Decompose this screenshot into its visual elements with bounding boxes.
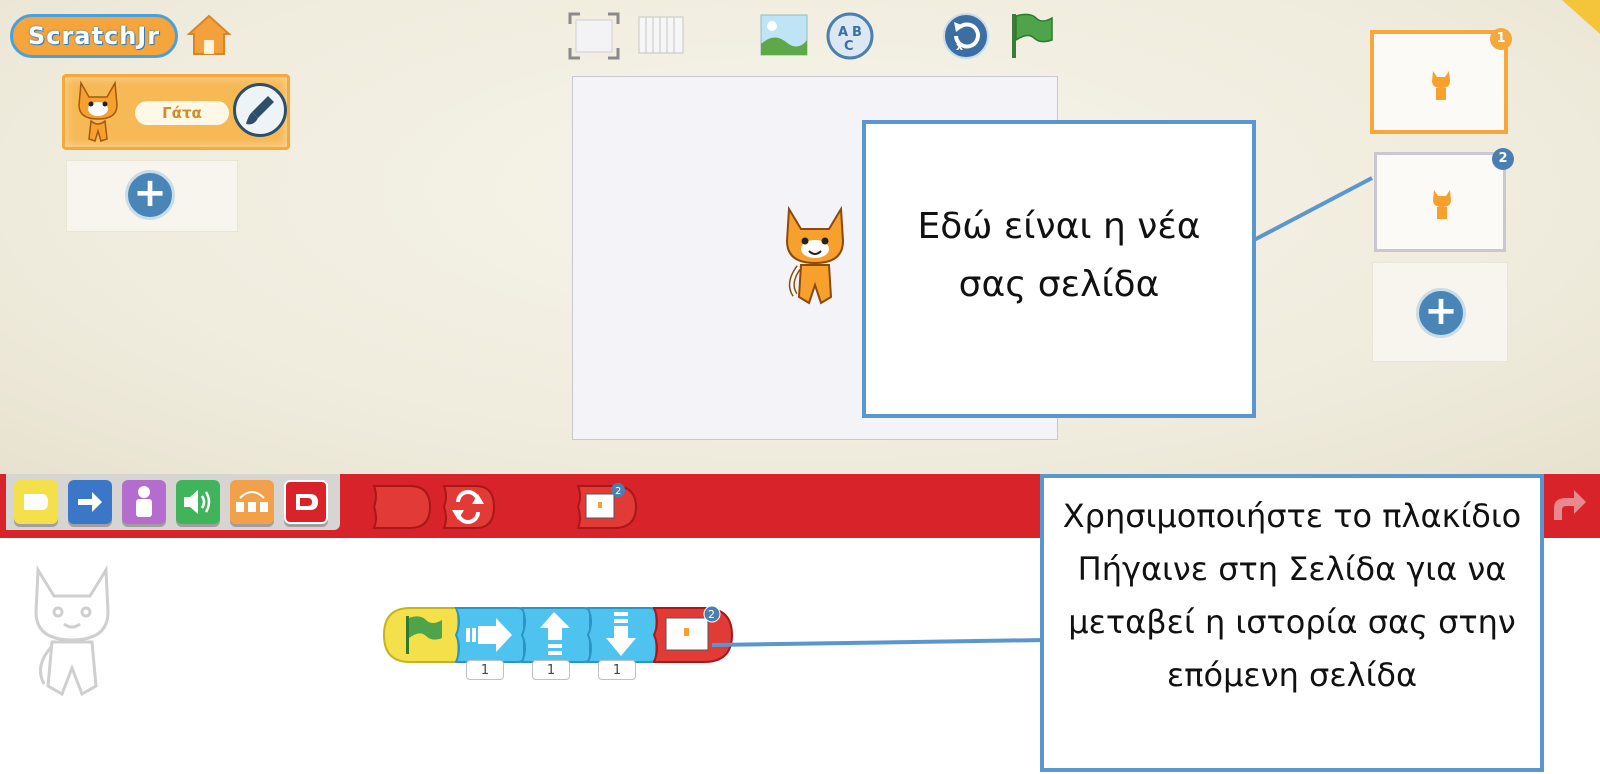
redo-icon[interactable] xyxy=(1544,486,1590,526)
paintbrush-icon xyxy=(246,96,274,125)
category-looks-button[interactable] xyxy=(122,480,166,524)
control-dots-icon xyxy=(236,491,268,512)
paint-editor-button[interactable] xyxy=(233,83,287,137)
move-down-count[interactable]: 1 xyxy=(598,660,636,680)
callout-go-to-page-text: Χρησιμοποιήστε το πλακίδιο Πήγαινε στη Σ… xyxy=(1062,497,1522,694)
arrow-right-icon xyxy=(78,492,102,512)
category-end-button[interactable] xyxy=(284,480,328,524)
cat-sprite-icon xyxy=(78,80,118,142)
callout-new-page-text: Εδώ είναι η νέα σας σελίδα xyxy=(917,206,1201,305)
svg-text:A: A xyxy=(838,25,848,40)
callout-go-to-page-pointer xyxy=(712,638,1046,647)
sprite-name-label[interactable]: Γάτα xyxy=(135,101,229,125)
reset-characters-icon[interactable]: x xyxy=(942,12,990,60)
svg-text:C: C xyxy=(844,39,854,54)
green-flag-icon[interactable] xyxy=(1008,10,1054,60)
go-to-page-number: 2 xyxy=(708,608,715,621)
scratchjr-logo: ScratchJr xyxy=(10,14,178,58)
background-icon[interactable] xyxy=(760,14,808,56)
add-page-card[interactable]: + xyxy=(1372,262,1508,362)
home-icon[interactable] xyxy=(186,12,232,58)
page-number-badge-1: 1 xyxy=(1490,28,1512,50)
page-number-badge-2: 2 xyxy=(1492,148,1514,170)
move-up-block[interactable] xyxy=(518,604,594,666)
repeat-forever-block[interactable] xyxy=(440,480,498,534)
callout-new-page-pointer xyxy=(1254,176,1373,242)
sprite-card-cat[interactable]: Γάτα xyxy=(62,74,290,150)
presentation-mode-icon[interactable] xyxy=(568,12,620,60)
callout-new-page: Εδώ είναι η νέα σας σελίδα xyxy=(862,120,1256,418)
green-flag-block[interactable] xyxy=(380,604,462,666)
trigger-icon xyxy=(24,494,48,510)
move-right-block[interactable] xyxy=(452,604,528,666)
add-sprite-card[interactable]: + xyxy=(66,160,238,232)
page-thumbnail-2[interactable] xyxy=(1374,152,1506,252)
svg-text:B: B xyxy=(852,25,862,40)
go-to-page-palette-number: 2 xyxy=(615,486,621,497)
speaker-icon xyxy=(184,490,211,514)
category-selector xyxy=(6,474,340,530)
grid-icon[interactable] xyxy=(638,16,684,54)
category-sound-button[interactable] xyxy=(176,480,220,524)
current-sprite-outline-icon xyxy=(34,565,110,697)
svg-text:x: x xyxy=(956,40,963,53)
corner-fold-icon[interactable] xyxy=(1562,0,1600,34)
category-control-button[interactable] xyxy=(230,480,274,524)
add-sprite-button[interactable]: + xyxy=(125,170,175,220)
cat-thumbnail-icon xyxy=(1433,190,1451,219)
cat-character[interactable] xyxy=(779,205,851,309)
category-triggering-button[interactable] xyxy=(14,480,58,524)
end-block-icon xyxy=(296,494,318,510)
move-down-block[interactable] xyxy=(584,604,660,666)
move-up-count[interactable]: 1 xyxy=(532,660,570,680)
go-to-page-palette-block[interactable]: 2 xyxy=(574,480,640,534)
person-icon xyxy=(136,486,152,517)
cat-thumbnail-icon xyxy=(1432,71,1450,100)
move-right-count[interactable]: 1 xyxy=(466,660,504,680)
category-motion-button[interactable] xyxy=(68,480,112,524)
end-block[interactable] xyxy=(370,480,434,534)
add-page-button[interactable]: + xyxy=(1416,288,1466,338)
add-text-icon[interactable]: A B C xyxy=(826,12,874,60)
callout-go-to-page: Χρησιμοποιήστε το πλακίδιο Πήγαινε στη Σ… xyxy=(1040,474,1544,772)
page-thumbnail-1[interactable] xyxy=(1370,30,1508,134)
go-to-page-block[interactable]: 2 xyxy=(650,604,736,666)
